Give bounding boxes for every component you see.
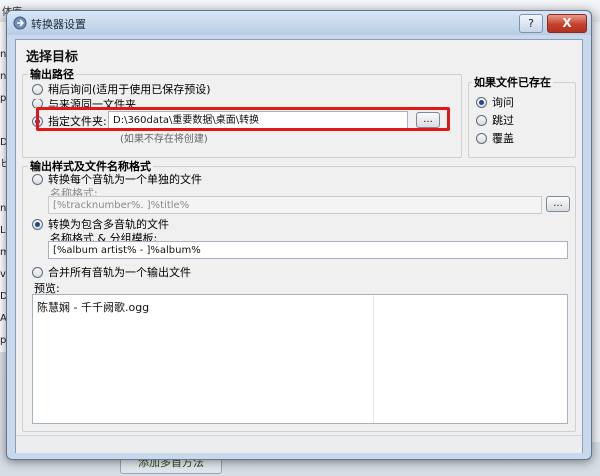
option-merge-all[interactable]: 合并所有音轨为一个输出文件	[32, 264, 191, 280]
highlight-annotation	[36, 107, 450, 131]
radio-exists-ask[interactable]	[476, 96, 487, 108]
converter-settings-dialog: 转换器设置 ? X 选择目标 输出路径 稍后询问(适用于使用已保存预设) 与来源…	[6, 10, 592, 460]
option-ask-later[interactable]: 稍后询问(适用于使用已保存预设)	[32, 81, 211, 97]
option-exists-overwrite[interactable]: 覆盖	[476, 130, 514, 146]
option-exists-ask-label: 询问	[492, 96, 514, 109]
radio-exists-overwrite[interactable]	[476, 132, 487, 144]
close-button[interactable]: X	[547, 14, 587, 33]
name-group-input[interactable]: [%album artist% - ]%album%	[48, 241, 568, 259]
radio-ask-later[interactable]	[32, 83, 43, 95]
option-exists-skip[interactable]: 跳过	[476, 112, 514, 128]
name-format-input[interactable]: [%tracknumber%. ]%title%	[48, 196, 542, 214]
dialog-client-area: 选择目标 输出路径 稍后询问(适用于使用已保存预设) 与来源同一文件夹 指定文件…	[15, 39, 583, 453]
option-exists-ask[interactable]: 询问	[476, 94, 514, 110]
preview-divider	[373, 295, 374, 423]
name-format-browse-button[interactable]: ...	[546, 196, 570, 212]
dialog-titlebar[interactable]: 转换器设置 ? X	[7, 11, 591, 35]
radio-each-single[interactable]	[32, 173, 43, 185]
dialog-bottom-strip	[16, 435, 582, 453]
option-merge-all-label: 合并所有音轨为一个输出文件	[48, 266, 191, 279]
help-button[interactable]: ?	[519, 14, 543, 33]
radio-exists-skip[interactable]	[476, 114, 487, 126]
select-target-heading: 选择目标	[26, 50, 79, 65]
radio-multi-track[interactable]	[32, 218, 43, 230]
converter-app-icon	[13, 16, 27, 30]
preview-filename: 陈慧娴 - 千千阙歌.ogg	[37, 301, 150, 314]
output-path-label: 输出路径	[28, 66, 76, 82]
option-exists-overwrite-label: 覆盖	[492, 132, 514, 145]
radio-merge-all[interactable]	[32, 266, 43, 278]
preview-box: 陈慧娴 - 千千阙歌.ogg	[32, 294, 568, 424]
dialog-title: 转换器设置	[31, 18, 86, 31]
if-exists-label: 如果文件已存在	[472, 74, 553, 90]
option-exists-skip-label: 跳过	[492, 114, 514, 127]
create-folder-note: (如果不存在将创建)	[120, 134, 208, 145]
option-ask-later-label: 稍后询问(适用于使用已保存预设)	[48, 83, 211, 96]
